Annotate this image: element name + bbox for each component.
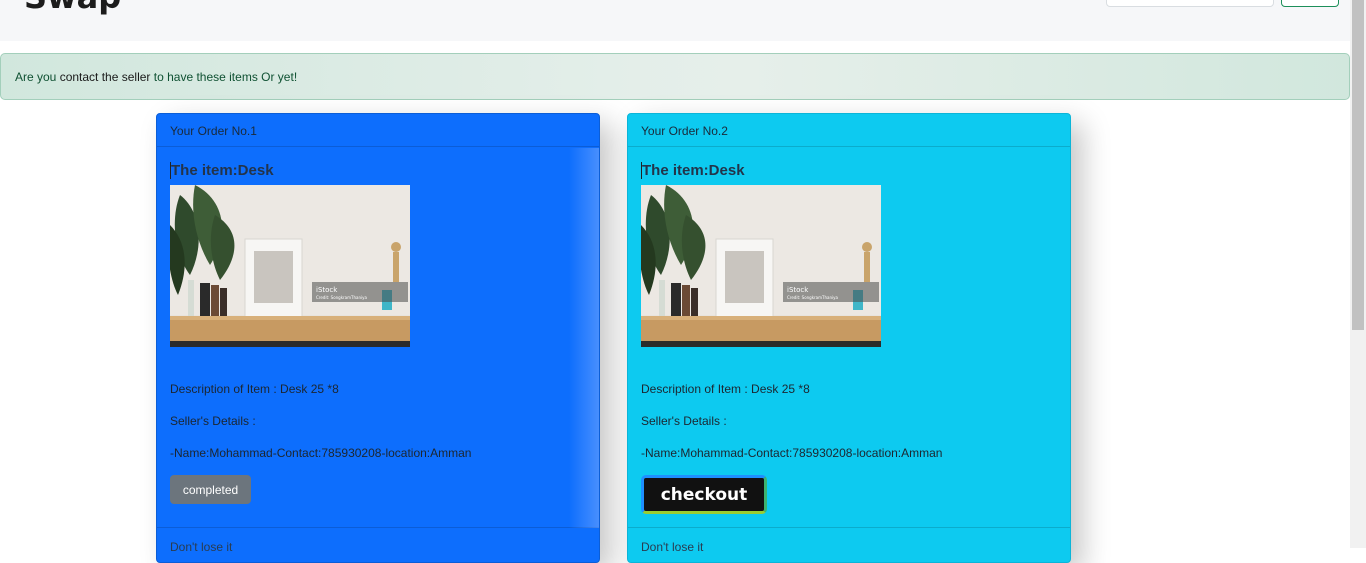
checkout-button[interactable]: checkout xyxy=(641,475,767,514)
seller-details-label: Seller's Details : xyxy=(641,414,727,428)
order-card-header: Your Order No.1 xyxy=(157,114,599,147)
brand-logo[interactable]: Swap xyxy=(24,0,121,16)
order-card-footer: Don't lose it xyxy=(157,527,599,562)
item-description: Description of Item : Desk 25 *8 xyxy=(170,382,339,396)
alert-suffix: to have these items Or yet! xyxy=(150,70,298,84)
image-watermark: iStock xyxy=(316,286,338,294)
completed-button[interactable]: completed xyxy=(170,475,251,504)
alert-prefix: Are you xyxy=(15,70,60,84)
item-photo: iStock Credit: SongkramThaniya xyxy=(641,185,881,347)
seller-details: -Name:Mohammad-Contact:785930208-locatio… xyxy=(170,446,472,460)
item-title: The item:Desk xyxy=(641,162,745,179)
alert-highlight: contact the seller xyxy=(59,70,151,84)
image-credit: Credit: SongkramThaniya xyxy=(787,295,838,300)
item-title: The item:Desk xyxy=(170,162,274,179)
seller-details-label: Seller's Details : xyxy=(170,414,256,428)
scrollbar-thumb[interactable] xyxy=(1352,0,1364,330)
order-card-2: Your Order No.2 The item:Desk iStock Cre… xyxy=(627,113,1071,563)
search-button[interactable] xyxy=(1281,0,1339,7)
order-card-footer: Don't lose it xyxy=(628,527,1070,562)
image-watermark: iStock xyxy=(787,286,809,294)
search-input[interactable] xyxy=(1106,0,1274,7)
order-card-1: Your Order No.1 The item:Desk iStock Cre… xyxy=(156,113,600,563)
order-card-header: Your Order No.2 xyxy=(628,114,1070,147)
item-photo: iStock Credit: SongkramThaniya xyxy=(170,185,410,347)
contact-alert: Are you contact the seller to have these… xyxy=(0,53,1350,100)
image-credit: Credit: SongkramThaniya xyxy=(316,295,367,300)
top-navbar: Swap xyxy=(0,0,1350,41)
seller-details: -Name:Mohammad-Contact:785930208-locatio… xyxy=(641,446,943,460)
item-description: Description of Item : Desk 25 *8 xyxy=(641,382,810,396)
